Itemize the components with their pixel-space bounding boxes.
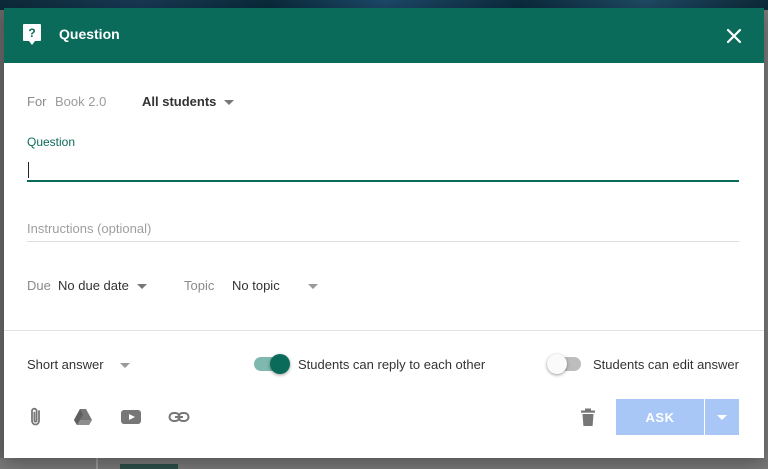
chevron-down-icon [136,284,147,290]
dialog-header: ? Question [4,8,764,63]
edit-answer-toggle-label: Students can edit answer [593,357,739,372]
course-name: Book 2.0 [55,94,107,109]
trash-icon[interactable] [577,406,599,428]
background-footer [0,458,768,469]
paperclip-icon[interactable] [25,406,47,428]
dialog-title: Question [59,26,120,42]
topic-dropdown[interactable]: No topic [232,278,318,293]
due-date-dropdown[interactable]: No due date [58,278,147,293]
question-mark-icon: ? [23,24,41,45]
instructions-input[interactable] [27,216,739,242]
due-date-value: No due date [58,278,129,293]
due-label: Due [27,278,51,293]
link-icon[interactable] [168,406,190,428]
students-dropdown-value: All students [142,94,217,109]
edit-answer-toggle[interactable] [547,353,585,375]
svg-text:?: ? [28,26,35,40]
close-icon[interactable] [721,23,747,49]
background-chip [120,464,178,469]
ask-button[interactable]: ASK [616,399,704,435]
topic-label: Topic [184,278,215,293]
ask-options-button[interactable] [705,399,739,435]
answer-type-dropdown[interactable]: Short answer [27,357,130,372]
question-input[interactable] [27,156,739,182]
toggle-knob [547,354,567,374]
question-dialog: ? Question For Book 2.0 All students Que… [4,8,764,458]
question-field-label: Question [27,135,76,149]
reply-toggle[interactable] [254,353,292,375]
google-drive-icon[interactable] [72,406,94,428]
chevron-down-icon [307,284,318,290]
chevron-down-icon [224,100,235,106]
for-label: For [27,94,47,109]
students-dropdown[interactable]: All students [142,94,235,109]
background-divider [96,458,98,469]
text-cursor [28,162,29,178]
answer-type-value: Short answer [27,357,104,372]
chevron-down-icon [119,363,130,369]
reply-toggle-label: Students can reply to each other [298,357,486,372]
section-divider [4,330,764,331]
youtube-icon[interactable] [120,406,142,428]
toggle-knob [270,354,290,374]
chevron-down-icon [717,415,727,420]
topic-value: No topic [232,278,280,293]
